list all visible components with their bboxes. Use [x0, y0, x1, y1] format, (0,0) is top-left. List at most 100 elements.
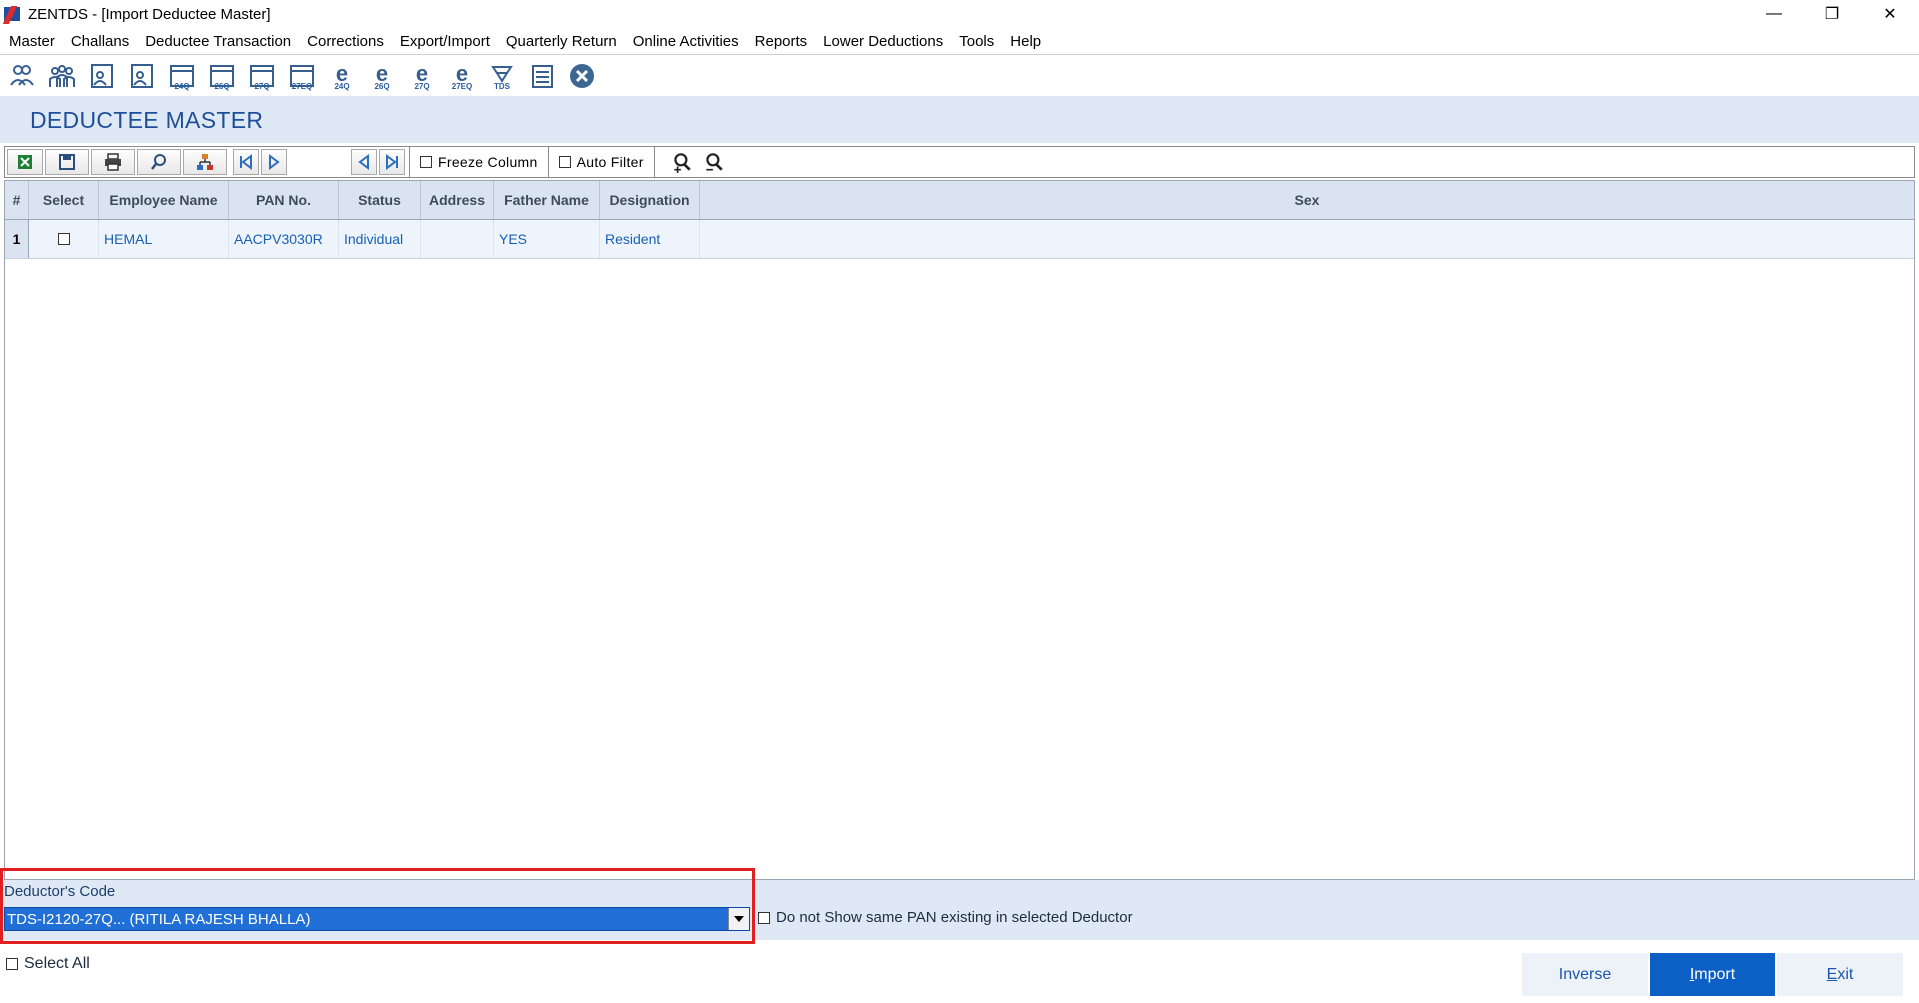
same-pan-checkbox[interactable]: Do not Show same PAN existing in selecte… [758, 909, 1133, 926]
first-record-icon[interactable] [233, 149, 259, 175]
exit-button-label: Exit [1826, 965, 1854, 983]
window-controls: — ❐ ✕ [1745, 0, 1919, 28]
same-pan-label: Do not Show same PAN existing in selecte… [776, 909, 1133, 926]
excel-export-icon[interactable] [7, 149, 43, 175]
select-all-box[interactable] [6, 958, 18, 970]
deductor-code-label: Deductor's Code [4, 883, 116, 900]
employee-name-cell[interactable]: HEMAL [99, 220, 229, 258]
same-pan-box[interactable] [758, 911, 770, 924]
previous-record-icon[interactable] [351, 149, 377, 175]
select-all-label: Select All [24, 955, 90, 972]
last-record-icon[interactable] [379, 149, 405, 175]
efile-24q-icon[interactable]: e 24Q [326, 60, 358, 92]
deductor-code-select[interactable]: TDS-I2120-27Q... (RITILA RAJESH BHALLA) [4, 907, 750, 931]
close-icon[interactable]: ✕ [1861, 0, 1919, 28]
grid-toolbar: Freeze Column Auto Filter [4, 146, 1915, 178]
form-24q-icon[interactable]: 24Q [166, 60, 198, 92]
col-status[interactable]: Status [339, 181, 421, 219]
menu-reports[interactable]: Reports [747, 33, 816, 50]
col-sex[interactable]: Sex [700, 181, 1914, 219]
save-icon[interactable] [45, 149, 89, 175]
deductees-group-icon[interactable] [46, 60, 78, 92]
freeze-column-checkbox[interactable]: Freeze Column [420, 154, 538, 170]
inverse-button[interactable]: Inverse [1522, 953, 1648, 996]
form-27eq-label: 27EQ [291, 81, 313, 91]
sex-cell[interactable] [700, 220, 1914, 258]
row-select-cell [29, 220, 99, 258]
menu-export-import[interactable]: Export/Import [392, 33, 498, 50]
inverse-button-label: Inverse [1558, 965, 1612, 983]
zoom-in-icon[interactable] [669, 149, 695, 175]
import-button-label: Import [1689, 965, 1736, 983]
table-row[interactable]: 1 HEMAL AACPV3030R Individual YES Reside… [5, 220, 1914, 259]
efile-26q-icon[interactable]: e 26Q [366, 60, 398, 92]
form-alt-icon[interactable] [126, 60, 158, 92]
form-27eq-icon[interactable]: 27EQ [286, 60, 318, 92]
efile-27q-label: 27Q [414, 81, 430, 91]
menu-deductee-transaction[interactable]: Deductee Transaction [137, 33, 299, 50]
efile-24q-label: 24Q [334, 81, 350, 91]
form-26q-icon[interactable]: 26Q [206, 60, 238, 92]
title-bar: ZENTDS - [Import Deductee Master] — ❐ ✕ [0, 0, 1919, 28]
form-27q-icon[interactable]: 27Q [246, 60, 278, 92]
select-all-checkbox[interactable]: Select All [6, 955, 90, 973]
menu-quarterly-return[interactable]: Quarterly Return [498, 33, 625, 50]
menu-lower-deductions[interactable]: Lower Deductions [815, 33, 951, 50]
deductor-icon[interactable] [6, 60, 38, 92]
window-title: ZENTDS - [Import Deductee Master] [28, 5, 271, 23]
tds-label: TDS [494, 81, 510, 91]
next-record-icon[interactable] [261, 149, 287, 175]
hierarchy-icon[interactable] [183, 149, 227, 175]
menu-corrections[interactable]: Corrections [299, 33, 392, 50]
designation-cell[interactable]: Resident [600, 220, 700, 258]
col-select[interactable]: Select [29, 181, 99, 219]
form-24q-label: 24Q [174, 81, 190, 91]
menu-master[interactable]: Master [0, 33, 63, 50]
col-employee-name[interactable]: Employee Name [99, 181, 229, 219]
deductor-code-value: TDS-I2120-27Q... (RITILA RAJESH BHALLA) [7, 910, 311, 928]
efile-27q-icon[interactable]: e 27Q [406, 60, 438, 92]
col-father-name[interactable]: Father Name [494, 181, 600, 219]
freeze-column-box[interactable] [420, 156, 432, 168]
chevron-down-icon[interactable] [728, 908, 749, 930]
form-27q-label: 27Q [254, 81, 270, 91]
row-number: 1 [5, 220, 29, 258]
form-26q-label: 26Q [214, 81, 230, 91]
efile-27eq-label: 27EQ [451, 81, 473, 91]
col-designation[interactable]: Designation [600, 181, 700, 219]
menu-help[interactable]: Help [1002, 33, 1049, 50]
pan-cell[interactable]: AACPV3030R [229, 220, 339, 258]
menu-bar: Master Challans Deductee Transaction Cor… [0, 28, 1919, 54]
form-icon[interactable] [86, 60, 118, 92]
grid-header: # Select Employee Name PAN No. Status Ad… [5, 181, 1914, 220]
print-icon[interactable] [91, 149, 135, 175]
search-icon[interactable] [137, 149, 181, 175]
header-band [0, 96, 1919, 143]
import-button[interactable]: Import [1650, 953, 1775, 996]
auto-filter-box[interactable] [558, 156, 571, 168]
page-title: DEDUCTEE MASTER [30, 107, 264, 133]
col-pan-no[interactable]: PAN No. [229, 181, 339, 219]
col-address[interactable]: Address [421, 181, 494, 219]
row-select-checkbox[interactable] [57, 233, 70, 245]
exit-button[interactable]: Exit [1777, 953, 1903, 996]
restore-icon[interactable]: ❐ [1803, 0, 1861, 28]
auto-filter-checkbox[interactable]: Auto Filter [558, 154, 644, 170]
col-number[interactable]: # [5, 181, 29, 219]
menu-challans[interactable]: Challans [63, 33, 137, 50]
register-icon[interactable] [526, 60, 558, 92]
menu-tools[interactable]: Tools [951, 33, 1002, 50]
auto-filter-label: Auto Filter [576, 154, 644, 170]
address-cell[interactable] [421, 220, 494, 258]
tds-icon[interactable]: TDS [486, 60, 518, 92]
main-toolbar: 24Q 26Q 27Q 27EQ e 24Q e 26Q e 27Q e 27E… [0, 54, 1919, 96]
zoom-out-icon[interactable] [701, 149, 727, 175]
zentds-logo-icon [4, 5, 22, 23]
close-circle-icon[interactable] [566, 60, 598, 92]
menu-online-activities[interactable]: Online Activities [625, 33, 747, 50]
minimize-icon[interactable]: — [1745, 0, 1803, 28]
freeze-column-label: Freeze Column [438, 154, 538, 170]
father-name-cell[interactable]: YES [494, 220, 600, 258]
status-cell[interactable]: Individual [339, 220, 421, 258]
efile-27eq-icon[interactable]: e 27EQ [446, 60, 478, 92]
